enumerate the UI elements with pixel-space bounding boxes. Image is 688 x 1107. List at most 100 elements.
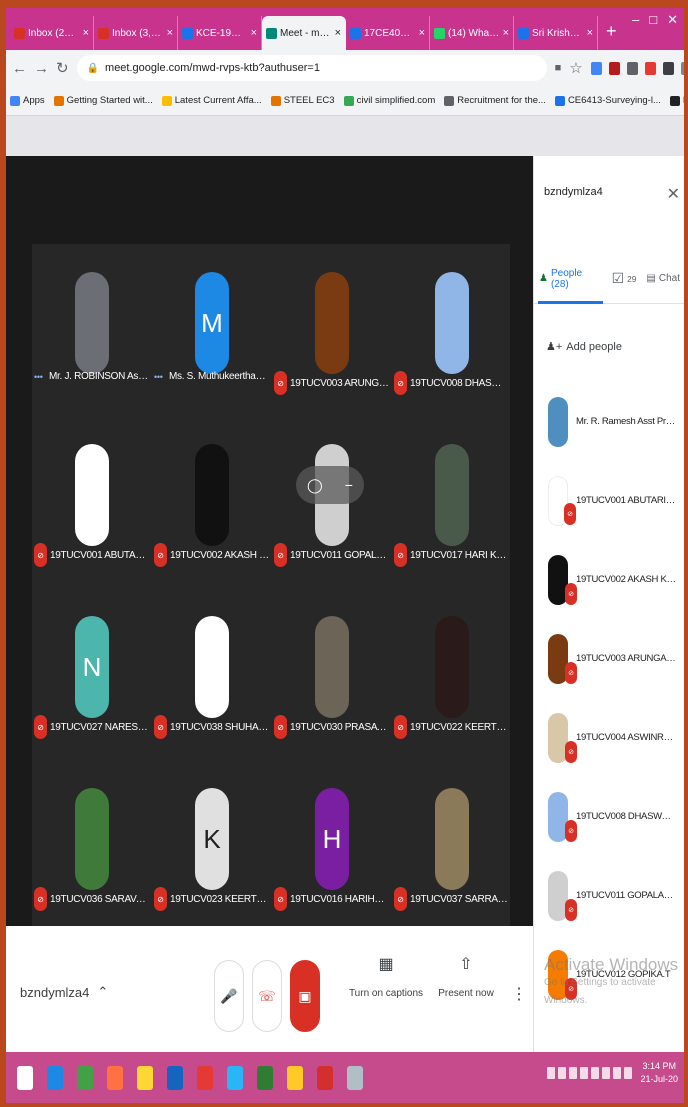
participant-tile[interactable]: ⊘ 19TUCV001 ABUTARIQ.A xyxy=(32,416,152,586)
browser-tab[interactable]: Inbox (208) - ram× xyxy=(10,16,94,50)
more-icon[interactable]: − xyxy=(345,477,353,493)
captions-button[interactable]: ▦ Turn on captions xyxy=(346,954,426,999)
more-options-icon[interactable]: ⋮ xyxy=(511,984,527,1004)
acrobat-icon[interactable] xyxy=(608,61,620,75)
participant-tile[interactable]: ⊘19TUCV037 SARRAN VIGNES... xyxy=(392,760,512,930)
taskbar-app-maps[interactable] xyxy=(280,1058,310,1098)
meeting-details[interactable]: bzndymlza4 ⌃ xyxy=(20,984,108,1000)
camera-button[interactable]: ▣ xyxy=(290,960,320,1032)
tab-close-icon[interactable]: × xyxy=(83,27,89,39)
extension-icon[interactable] xyxy=(644,61,656,75)
participant-tile[interactable]: H⊘19TUCV016 HARIHARAN.T xyxy=(272,760,392,930)
tab-people[interactable]: ♟ People (28) xyxy=(534,254,607,304)
forward-icon[interactable]: → xyxy=(34,60,49,77)
clock[interactable]: 3:14 PM 21-Jul-20 xyxy=(640,1060,678,1086)
taskbar-app-ie[interactable] xyxy=(40,1058,70,1098)
participant-tile[interactable]: M ••• Ms. S. Muthukeerthana Asst ... xyxy=(152,244,272,414)
add-people-button[interactable]: ♟+ Add people xyxy=(546,340,622,354)
taskbar-app-word[interactable] xyxy=(160,1058,190,1098)
new-tab-button[interactable]: + xyxy=(598,21,625,50)
people-list-item[interactable]: ⊘19TUCV002 AKASH KUMAR.S xyxy=(534,540,684,619)
tab-chat[interactable]: ▤ Chat xyxy=(641,254,684,304)
participant-tile[interactable]: ⊘19TUCV002 AKASH KUMAR.S xyxy=(152,416,272,586)
microphone-icon: 🎤 xyxy=(220,987,238,1004)
people-list-item[interactable]: ⊘19TUCV008 DHASWANTH.S xyxy=(534,777,684,856)
participant-tile[interactable]: ••• Mr. J. ROBINSON Asst Prof CI... xyxy=(32,244,152,414)
taskbar-app-excel[interactable] xyxy=(250,1058,280,1098)
people-list-item[interactable]: ⊘ 19TUCV001 ABUTARIQ.A xyxy=(534,461,684,540)
participant-tile[interactable]: K⊘19TUCV023 KEERTHNA.P xyxy=(152,760,272,930)
volume-icon[interactable] xyxy=(624,1067,633,1079)
bookmark-item[interactable]: Apps xyxy=(10,95,45,106)
taskbar-app-app[interactable] xyxy=(340,1058,370,1098)
browser-tab[interactable]: Inbox (3,358) - ram× xyxy=(94,16,178,50)
extension-icon[interactable] xyxy=(626,61,638,75)
back-icon[interactable]: ← xyxy=(12,60,27,77)
people-list-item[interactable]: ⊘19TUCV003 ARUNGANDHI.A xyxy=(534,619,684,698)
tray-icon[interactable] xyxy=(547,1067,556,1079)
participant-tile[interactable]: ⊘19TUCV017 HARI KRISHNAN... xyxy=(392,416,512,586)
participant-tile[interactable]: ⊘19TUCV022 KEERTHANA.P xyxy=(392,588,512,758)
leave-call-button[interactable]: ☏ xyxy=(252,960,282,1032)
camera-icon[interactable]: ■ xyxy=(555,62,562,74)
tab-tasks[interactable]: ☑ 29 xyxy=(607,254,642,304)
extension-icon[interactable] xyxy=(590,61,602,75)
participant-tile[interactable]: ⊘19TUCV003 ARUNGANDHI.A xyxy=(272,244,392,414)
taskbar-app-acrobat[interactable] xyxy=(310,1058,340,1098)
tab-close-icon[interactable]: × xyxy=(419,27,425,39)
tray-icon[interactable] xyxy=(591,1067,600,1079)
tab-close-icon[interactable]: × xyxy=(251,27,257,39)
taskbar-app-sync[interactable] xyxy=(220,1058,250,1098)
taskbar-app-explorer[interactable] xyxy=(130,1058,160,1098)
system-tray: 3:14 PM 21-Jul-20 xyxy=(547,1060,678,1086)
participant-tile[interactable]: N⊘19TUCV027 NARESHRAM.M xyxy=(32,588,152,758)
close-window-icon[interactable]: ✕ xyxy=(667,12,678,28)
maximize-icon[interactable]: □ xyxy=(649,12,657,28)
bookmark-item[interactable]: Ministry of New an... xyxy=(669,95,684,106)
extension-icon[interactable] xyxy=(662,61,674,75)
pin-icon[interactable]: ◯ xyxy=(307,477,323,494)
taskbar-app-windows[interactable] xyxy=(10,1058,40,1098)
present-button[interactable]: ⇧ Present now xyxy=(426,954,506,999)
tray-icon[interactable] xyxy=(602,1067,611,1079)
people-list-item[interactable]: ⊘19TUCV011 GOPALAKRISHNA... xyxy=(534,856,684,935)
bookmark-item[interactable]: CE6413-Surveying-l... xyxy=(554,95,661,106)
bookmark-item[interactable]: Getting Started wit... xyxy=(53,95,153,106)
chrome-icon xyxy=(197,1065,213,1090)
taskbar-app-chrome[interactable] xyxy=(190,1058,220,1098)
browser-tab[interactable]: Meet - mwd- × xyxy=(262,16,346,50)
puzzle-icon[interactable] xyxy=(680,61,684,75)
bookmark-item[interactable]: Recruitment for the... xyxy=(444,95,546,106)
bookmark-item[interactable]: Latest Current Affa... xyxy=(161,95,262,106)
tab-close-icon[interactable]: × xyxy=(167,27,173,39)
omnibox[interactable]: 🔒 meet.google.com/mwd-rvps-ktb?authuser=… xyxy=(76,55,547,81)
participant-tile[interactable]: ⊘ 19TUCV030 PRASATH.S xyxy=(272,588,392,758)
tile-hover-controls[interactable]: ◯ − xyxy=(296,466,364,504)
reload-icon[interactable]: ↻ xyxy=(56,59,69,77)
people-list-item[interactable]: Mr. R. Ramesh Asst Prof CIVIL ... xyxy=(534,382,684,461)
taskbar-app-firefox[interactable] xyxy=(100,1058,130,1098)
minimize-icon[interactable]: – xyxy=(632,12,639,28)
network-icon[interactable] xyxy=(613,1067,622,1079)
participant-tile[interactable]: ⊘19TUCV008 DHASWANTH.S xyxy=(392,244,512,414)
bookmark-item[interactable]: STEEL EC3 xyxy=(270,95,335,106)
tab-close-icon[interactable]: × xyxy=(503,27,509,39)
bookmark-item[interactable]: civil simplified.com xyxy=(343,95,435,106)
people-list-item[interactable]: ⊘ 19TUCV004 ASWINRAM.S xyxy=(534,698,684,777)
browser-tab[interactable]: KCE-19CE302-OS× xyxy=(178,16,262,50)
participant-tile[interactable]: ⊘19TUCV036 SARAVANAVAAS... xyxy=(32,760,152,930)
tray-icon[interactable] xyxy=(580,1067,589,1079)
browser-tab[interactable]: Sri Krishna Colleg× xyxy=(514,16,598,50)
tab-favicon-icon xyxy=(14,27,25,39)
browser-tab[interactable]: 17CE401-Knowled× xyxy=(346,16,430,50)
close-icon[interactable]: ✕ xyxy=(667,184,680,204)
tray-icon[interactable] xyxy=(569,1067,578,1079)
taskbar-app-store[interactable] xyxy=(70,1058,100,1098)
star-icon[interactable]: ☆ xyxy=(569,59,582,77)
browser-tab[interactable]: (14) WhatsApp× xyxy=(430,16,514,50)
participant-tile[interactable]: ⊘19TUCV038 SHUHAIL AKTH... xyxy=(152,588,272,758)
tray-icon[interactable] xyxy=(558,1067,567,1079)
tab-close-icon[interactable]: × xyxy=(335,27,341,39)
tab-close-icon[interactable]: × xyxy=(587,27,593,39)
microphone-button[interactable]: 🎤 xyxy=(214,960,244,1032)
